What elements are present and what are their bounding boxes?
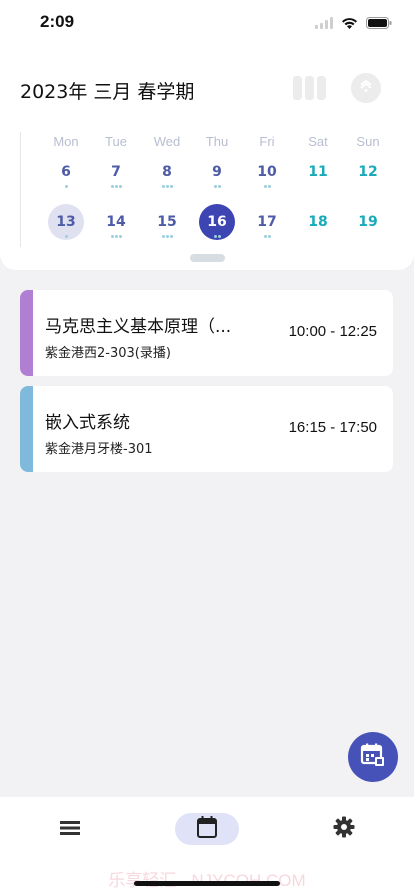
event-dots — [98, 185, 134, 189]
event-dot — [114, 235, 118, 238]
event-dots — [48, 235, 84, 239]
watermark: 乐享轻汇 · NJYCOH.COM — [0, 866, 414, 891]
course-room: 紫金港西2-303(录播) — [45, 346, 171, 361]
battery-icon — [366, 14, 392, 33]
event-dot — [267, 185, 271, 188]
calendar-icon — [197, 816, 217, 842]
calendar-day[interactable]: 11 — [300, 154, 336, 190]
course-room: 紫金港月牙楼-301 — [45, 442, 153, 457]
event-dot — [213, 185, 217, 188]
gear-icon — [333, 816, 355, 842]
course-name: 嵌入式系统 — [45, 413, 130, 433]
course-time: 10:00 - 12:25 — [288, 323, 377, 340]
status-bar: 2:09 — [0, 0, 414, 44]
weekday-label: Sun — [356, 134, 380, 149]
wifi-icon — [341, 14, 358, 33]
course-name: 马克思主义基本原理（... — [45, 317, 232, 337]
event-dots — [249, 235, 285, 239]
event-dots — [199, 235, 235, 239]
course-card[interactable]: 马克思主义基本原理（... 紫金港西2-303(录播) 10:00 - 12:2… — [20, 290, 393, 376]
event-dot — [169, 235, 173, 238]
calendar-divider — [20, 132, 21, 247]
nav-list[interactable] — [38, 813, 102, 845]
nav-calendar[interactable] — [175, 813, 239, 845]
weekday-label: Thu — [205, 134, 229, 149]
event-dot — [213, 235, 217, 238]
event-dot — [110, 185, 114, 188]
event-dot — [165, 235, 169, 238]
weekday-label: Mon — [53, 134, 79, 149]
event-dot — [64, 185, 68, 188]
event-dots — [98, 235, 134, 239]
event-dot — [217, 185, 221, 188]
event-dot — [118, 185, 122, 188]
calendar-day[interactable]: 19 — [350, 204, 386, 240]
course-card[interactable]: 嵌入式系统 紫金港月牙楼-301 16:15 - 17:50 — [20, 386, 393, 472]
event-dot — [169, 185, 173, 188]
event-dot — [217, 235, 221, 238]
event-dots — [48, 185, 84, 189]
event-dot — [161, 185, 165, 188]
term-title: 2023年 三月 春学期 — [20, 81, 195, 103]
event-dot — [64, 235, 68, 238]
status-time: 2:09 — [40, 12, 75, 31]
nav-settings[interactable] — [312, 813, 376, 845]
column-icon — [292, 76, 302, 100]
event-dot — [263, 235, 267, 238]
event-dot — [263, 185, 267, 188]
calendar-edit-button[interactable] — [348, 732, 398, 782]
event-dots — [199, 185, 235, 189]
event-dot — [110, 235, 114, 238]
course-color-bar — [20, 386, 33, 472]
sync-button[interactable] — [351, 73, 381, 103]
sync-icon — [358, 78, 374, 98]
event-dots — [249, 185, 285, 189]
calendar-day[interactable]: 18 — [300, 204, 336, 240]
weekday-label: Sat — [308, 134, 328, 149]
calendar-edit-icon — [360, 742, 386, 772]
column-icon — [316, 76, 326, 100]
list-icon — [60, 820, 80, 839]
column-icon — [304, 76, 314, 100]
week-view-button[interactable] — [292, 74, 326, 102]
event-dot — [267, 235, 271, 238]
status-icons — [315, 14, 392, 33]
event-dot — [118, 235, 122, 238]
expand-handle[interactable] — [190, 254, 225, 262]
event-dot — [114, 185, 118, 188]
event-dot — [161, 235, 165, 238]
weekday-header: Mon Tue Wed Thu Fri Sat Sun — [40, 134, 410, 154]
weekday-label: Wed — [153, 134, 181, 149]
event-dot — [165, 185, 169, 188]
course-time: 16:15 - 17:50 — [288, 419, 377, 436]
signal-icon — [315, 14, 333, 33]
weekday-label: Tue — [105, 134, 127, 149]
course-color-bar — [20, 290, 33, 376]
weekday-label: Fri — [259, 134, 275, 149]
event-dots — [149, 235, 185, 239]
calendar-day[interactable]: 12 — [350, 154, 386, 190]
week-calendar-card: 2023年 三月 春学期 Mon Tue Wed Thu Fri Sat Sun 67891… — [0, 44, 414, 270]
event-dots — [149, 185, 185, 189]
home-indicator — [134, 881, 280, 886]
